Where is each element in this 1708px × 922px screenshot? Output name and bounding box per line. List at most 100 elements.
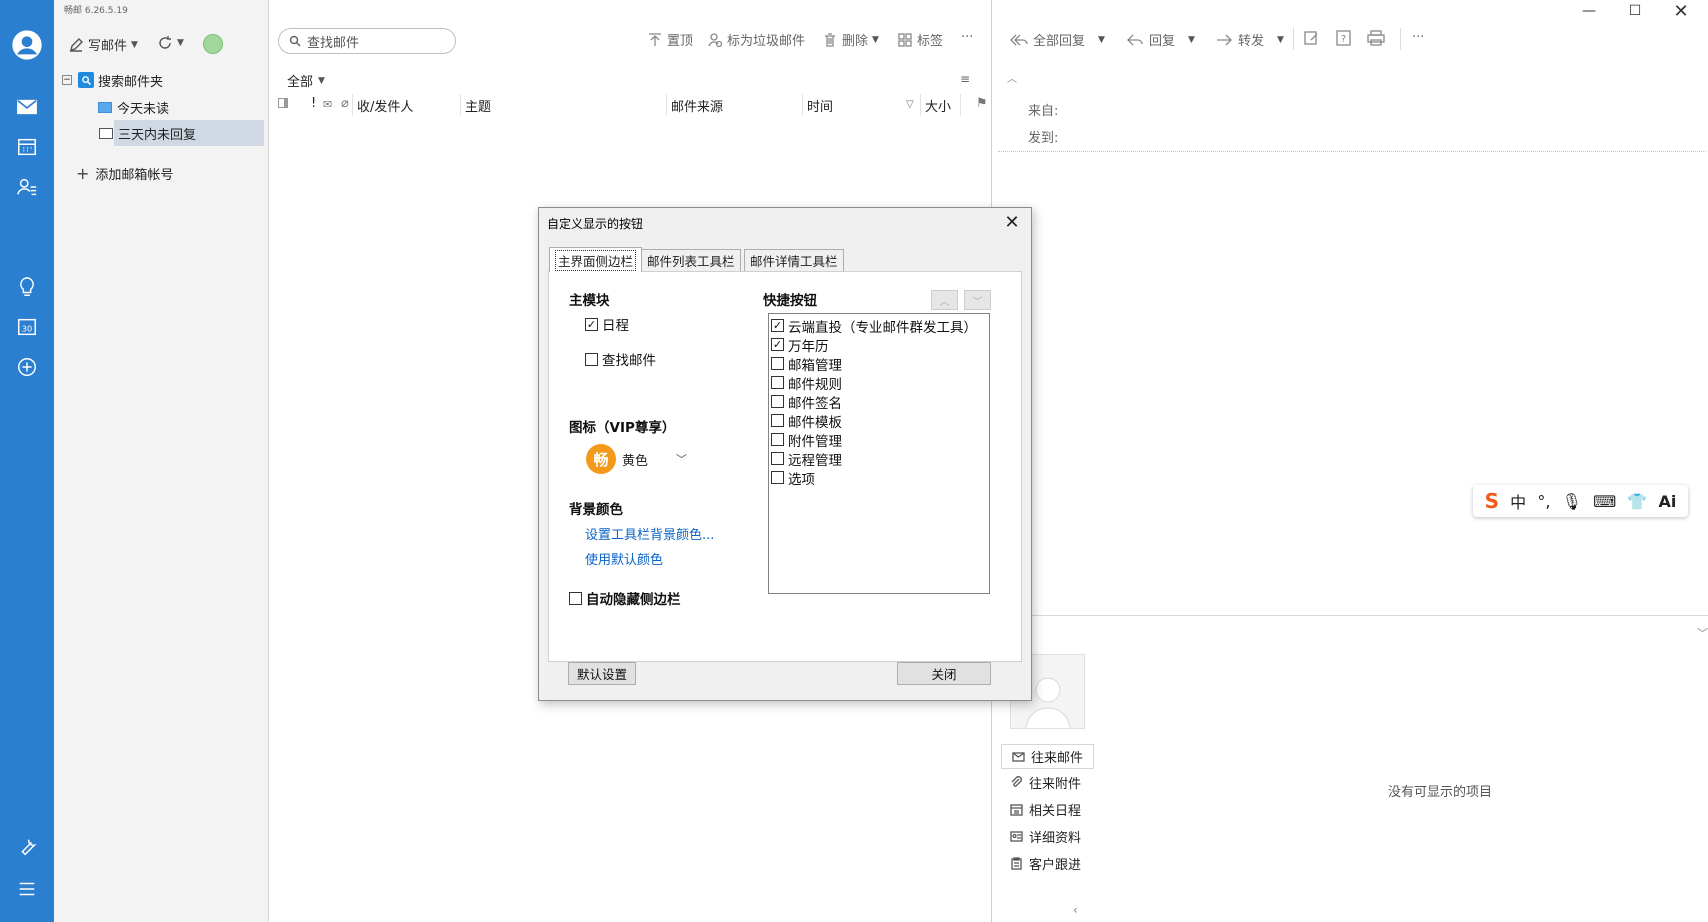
ime-lang-toggle[interactable]: 中 bbox=[1510, 489, 1526, 513]
col-source[interactable]: 邮件来源 bbox=[671, 96, 723, 115]
mail-icon[interactable] bbox=[0, 89, 54, 125]
list-item[interactable]: 远程管理 bbox=[771, 449, 987, 469]
reply-all-dropdown-icon[interactable]: ▼ bbox=[1098, 35, 1105, 45]
list-item[interactable]: 邮件模板 bbox=[771, 411, 987, 431]
mark-spam-button[interactable]: 标为垃圾邮件 bbox=[707, 30, 805, 49]
col-time[interactable]: 时间 bbox=[807, 96, 833, 115]
chevron-left-icon[interactable]: ‹ bbox=[1073, 903, 1078, 917]
module-search-checkbox[interactable]: 查找邮件 bbox=[585, 349, 656, 369]
side-link-schedule[interactable]: 相关日程 bbox=[1010, 800, 1081, 819]
side-link-attachments[interactable]: 往来附件 bbox=[1010, 773, 1081, 792]
col-size[interactable]: 大小 bbox=[925, 96, 951, 115]
window-close-icon[interactable]: ✕ bbox=[1658, 0, 1704, 22]
list-item[interactable]: 邮件签名 bbox=[771, 392, 987, 412]
module-schedule-checkbox[interactable]: ✓ 日程 bbox=[585, 314, 629, 334]
filter-dropdown[interactable]: 全部 ▼ bbox=[287, 71, 325, 90]
reply-all-button[interactable]: 全部回复 ▼ bbox=[1010, 30, 1105, 49]
menu-icon[interactable] bbox=[0, 871, 54, 907]
search-folder-root[interactable]: − 搜索邮件夹 bbox=[54, 67, 269, 93]
list-item-label: 云端直投（专业邮件群发工具） bbox=[788, 319, 977, 336]
list-item-label: 万年历 bbox=[788, 338, 829, 355]
ai-icon[interactable]: Ai bbox=[1658, 492, 1676, 511]
keyboard-icon[interactable]: ⌨ bbox=[1593, 492, 1616, 511]
edit-as-new-button[interactable] bbox=[1303, 30, 1321, 46]
default-color-link[interactable]: 使用默认颜色 bbox=[585, 549, 663, 568]
sogou-logo-icon[interactable]: S bbox=[1485, 489, 1499, 513]
reader-more-button[interactable]: ··· bbox=[1412, 30, 1424, 45]
collapse-icon[interactable]: − bbox=[62, 75, 72, 85]
compose-label: 写邮件 bbox=[88, 39, 128, 54]
pin-top-button[interactable]: 置顶 bbox=[647, 30, 693, 49]
tags-button[interactable]: 标签 bbox=[897, 30, 943, 49]
print-button[interactable] bbox=[1367, 30, 1385, 46]
list-item[interactable]: 邮箱管理 bbox=[771, 354, 987, 374]
status-indicator-icon[interactable] bbox=[203, 34, 223, 54]
trash-icon bbox=[825, 32, 835, 47]
delete-button[interactable]: 删除 ▼ bbox=[822, 30, 879, 49]
autohide-sidebar-checkbox[interactable]: 自动隐藏侧边栏 bbox=[569, 588, 681, 608]
reply-button[interactable]: 回复 ▼ bbox=[1126, 30, 1195, 49]
maximize-icon[interactable]: ☐ bbox=[1612, 0, 1658, 22]
refresh-icon bbox=[159, 36, 171, 49]
bulb-icon[interactable] bbox=[0, 269, 54, 305]
list-item[interactable]: ✓ 云端直投（专业邮件群发工具） bbox=[771, 316, 987, 336]
list-item[interactable]: ✓ 万年历 bbox=[771, 335, 987, 355]
side-link-followup[interactable]: 客户跟进 bbox=[1010, 854, 1081, 873]
dialog-close-icon[interactable]: ✕ bbox=[999, 210, 1025, 234]
list-item-label: 邮件规则 bbox=[788, 376, 842, 393]
punctuation-icon[interactable]: °, bbox=[1537, 492, 1550, 511]
envelope-col-icon[interactable]: ✉ bbox=[323, 98, 332, 111]
close-button[interactable]: 关闭 bbox=[897, 662, 991, 685]
compose-dropdown-icon[interactable]: ▼ bbox=[131, 40, 138, 50]
list-more-button[interactable]: ··· bbox=[961, 30, 973, 45]
flag-col-icon[interactable]: ⚑ bbox=[976, 96, 988, 111]
avatar-icon[interactable] bbox=[0, 25, 54, 65]
contacts-icon[interactable] bbox=[0, 169, 54, 205]
forward-button[interactable]: 转发 ▼ bbox=[1215, 30, 1284, 49]
attachment-col-icon[interactable]: ⌀ bbox=[341, 96, 349, 111]
tab-detail-toolbar[interactable]: 邮件详情工具栏 bbox=[744, 249, 844, 271]
list-item[interactable]: 附件管理 bbox=[771, 430, 987, 450]
reply-dropdown-icon[interactable]: ▼ bbox=[1188, 35, 1195, 45]
read-status-col-icon[interactable] bbox=[278, 98, 288, 108]
side-link-details[interactable]: 详细资料 bbox=[1010, 827, 1081, 846]
tab-list-toolbar[interactable]: 邮件列表工具栏 bbox=[641, 249, 741, 271]
side-link-mails[interactable]: 往来邮件 bbox=[1001, 744, 1095, 769]
col-sender[interactable]: 收/发件人 bbox=[357, 96, 413, 115]
search-folder-icon bbox=[78, 72, 94, 88]
compose-button[interactable]: 写邮件 ▼ bbox=[68, 35, 138, 54]
col-subject[interactable]: 主题 bbox=[465, 96, 491, 115]
folder-item-unreplied[interactable]: 三天内未回复 bbox=[99, 120, 264, 146]
move-up-button[interactable]: ︿ bbox=[931, 290, 958, 310]
skin-icon[interactable]: 👕 bbox=[1627, 492, 1647, 511]
quick-buttons-list[interactable]: ✓ 云端直投（专业邮件群发工具） ✓ 万年历 邮箱管理 邮件规则 邮件签名 邮件模板… bbox=[768, 313, 990, 594]
delete-dropdown-icon[interactable]: ▼ bbox=[872, 35, 879, 45]
list-item[interactable]: 选项 bbox=[771, 468, 987, 488]
list-item[interactable]: 邮件规则 bbox=[771, 373, 987, 393]
set-bg-color-link[interactable]: 设置工具栏背景颜色... bbox=[585, 524, 714, 543]
search-input[interactable]: 查找邮件 bbox=[278, 28, 456, 54]
forward-dropdown-icon[interactable]: ▼ bbox=[1277, 35, 1284, 45]
chevron-down-icon[interactable]: ﹀ bbox=[1697, 625, 1708, 641]
add-account-button[interactable]: + 添加邮箱帐号 bbox=[76, 160, 291, 186]
search-icon bbox=[289, 35, 301, 47]
refresh-button[interactable]: ▼ bbox=[157, 35, 184, 51]
more-label: ··· bbox=[961, 30, 974, 45]
default-settings-button[interactable]: 默认设置 bbox=[568, 662, 636, 685]
sort-icon[interactable]: ≡ bbox=[960, 72, 970, 86]
wrench-icon[interactable] bbox=[0, 829, 54, 865]
help-button[interactable]: ? bbox=[1335, 30, 1353, 46]
calendar-30-icon[interactable]: 30 bbox=[0, 309, 54, 345]
importance-col-icon[interactable]: ! bbox=[311, 96, 316, 111]
icon-color-select[interactable]: 畅 黄色 ﹀ bbox=[586, 444, 687, 474]
calendar-icon[interactable] bbox=[0, 129, 54, 165]
microphone-icon[interactable]: 🎙 bbox=[1562, 492, 1582, 511]
folder-item-today-unread[interactable]: 今天未读 bbox=[98, 94, 268, 120]
move-down-button[interactable]: ﹀ bbox=[964, 290, 991, 310]
collapse-header-icon[interactable]: ︿ bbox=[1007, 70, 1017, 85]
minimize-icon[interactable]: — bbox=[1566, 0, 1612, 22]
add-circle-icon[interactable] bbox=[0, 349, 54, 385]
tab-main-sidebar[interactable]: 主界面侧边栏 bbox=[549, 247, 643, 272]
checkbox-label: 自动隐藏侧边栏 bbox=[586, 592, 681, 608]
refresh-dropdown-icon[interactable]: ▼ bbox=[177, 38, 184, 48]
